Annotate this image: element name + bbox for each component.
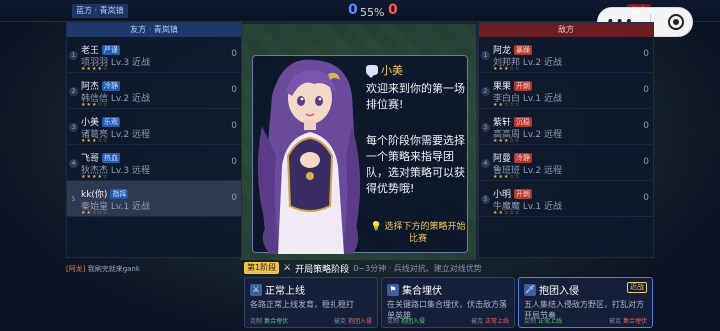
enemy-row[interactable]: 4 阿曼 冷静 鲁班班 Lv.2 远程 ★★★☆☆ 0	[479, 145, 653, 181]
personality-tag: 沉稳	[514, 117, 533, 127]
row-number: 3	[481, 123, 490, 132]
left-team-label: 蓝方 · 青岚镇	[72, 4, 128, 18]
rating-stars: ★★★★☆	[81, 66, 109, 72]
rating-stars: ★★☆☆☆	[493, 210, 521, 216]
lightbulb-icon: 💡	[370, 222, 382, 232]
strategy-card-ambush[interactable]: ⚑ 集合埋伏 在关键路口集合埋伏，伏击敌方落单英雄 克制 抱团入侵 被克 正常上…	[381, 277, 515, 328]
dagger-icon: 🗡	[524, 283, 536, 296]
card-title: 正常上线	[265, 286, 305, 297]
enemy-panel-header: 敌方	[479, 23, 653, 37]
enemy-row[interactable]: 3 紫轩 沉稳 高高周 Lv.2 远程 ★★★☆☆ 0	[479, 109, 653, 145]
row-number: 3	[69, 123, 78, 132]
rating-stars: ★★★☆☆	[493, 174, 521, 180]
personality-tag: 暴躁	[514, 45, 533, 55]
dialog-message-instructions: 每个阶段你需要选择一个策略来指导团队，选对策略可以获得优势哦!	[366, 134, 465, 195]
weak-info: 被克 抱团入侵	[334, 318, 372, 325]
ally-row[interactable]: 1 老王 严谨 项羽羽 Lv.3 近战 ★★★★☆ 0	[67, 37, 241, 73]
row-number: 4	[69, 159, 78, 168]
dialog-hint: 💡 选择下方的策略开始比赛	[368, 221, 468, 245]
player-value: 0	[643, 157, 649, 167]
speaker-name: 小美	[381, 64, 403, 77]
blue-score: 0	[348, 2, 358, 18]
chat-bubble-icon	[366, 65, 378, 78]
hint-text: 选择下方的策略开始比赛	[384, 222, 466, 244]
player-value: 0	[231, 121, 237, 131]
rating-stars: ★★☆☆☆	[493, 102, 521, 108]
personality-tag: 开朗	[514, 189, 533, 199]
rating-stars: ★★☆☆☆	[81, 210, 109, 216]
chat-sender: [阿龙]	[66, 265, 86, 273]
player-value: 0	[231, 85, 237, 95]
ally-panel: 友方 · 青岚镇 1 老王 严谨 项羽羽 Lv.3 近战 ★★★★☆ 0 2 阿杰…	[66, 22, 242, 258]
personality-tag: 热血	[102, 153, 121, 163]
rating-stars: ★★★☆☆	[81, 138, 109, 144]
enemy-row[interactable]: 2 果果 开朗 李白白 Lv.1 近战 ★★☆☆☆ 0	[479, 73, 653, 109]
player-value: 0	[643, 49, 649, 59]
chat-line: [阿龙] 我刷完就来gank	[66, 264, 140, 274]
chat-text: 我刷完就来gank	[87, 265, 140, 273]
ally-row[interactable]: 3 小美 乐观 诸葛亮 Lv.2 远程 ★★★☆☆ 0	[67, 109, 241, 145]
player-value: 0	[231, 49, 237, 59]
personality-tag: 冷静	[514, 153, 533, 163]
rating-stars: ★★★☆☆	[493, 66, 521, 72]
stage-title: 开局策略阶段	[295, 264, 350, 275]
enemy-row[interactable]: 5 小明 开朗 牛魔魔 Lv.1 近战 ★★☆☆☆ 0	[479, 181, 653, 217]
red-score: 0	[388, 2, 398, 18]
row-number: 2	[69, 87, 78, 96]
counter-info: 克制 集合埋伏	[250, 318, 288, 325]
personality-tag: 冷静	[102, 81, 121, 91]
counter-info: 克制 正常上线	[524, 318, 562, 325]
stage-badge: 第1阶段	[244, 262, 280, 274]
counter-info: 克制 抱团入侵	[387, 318, 425, 325]
rating-stars: ★★★☆☆	[493, 138, 521, 144]
player-value: 0	[643, 85, 649, 95]
ambush-icon: ⚑	[387, 283, 399, 296]
row-number: 1	[481, 51, 490, 60]
card-title: 抱团入侵	[539, 286, 579, 297]
player-value: 0	[643, 121, 649, 131]
player-value: 0	[231, 193, 237, 203]
sword-icon: ⚔	[250, 283, 262, 296]
personality-tag: 严谨	[102, 45, 121, 55]
player-value: 0	[643, 193, 649, 203]
close-miniprogram-icon[interactable]	[667, 14, 684, 30]
row-number: 1	[69, 51, 78, 60]
row-number: 5	[69, 195, 78, 204]
weak-info: 被克 集合埋伏	[609, 318, 647, 325]
ally-row[interactable]: 4 飞哥 热血 狄杰杰 Lv.3 远程 ★★★★☆ 0	[67, 145, 241, 181]
ally-panel-header: 友方 · 青岚镇	[67, 23, 241, 37]
speaker-label: 小美	[366, 62, 403, 78]
strategy-card-invade[interactable]: 🗡 抱团入侵 近战 五人集结入侵敌方野区，打乱对方开局节奏 克制 正常上线 被克…	[518, 277, 653, 328]
personality-tag: 乐观	[102, 117, 121, 127]
rating-stars: ★★★☆☆	[81, 102, 109, 108]
crossed-swords-icon: ⚔	[283, 263, 292, 273]
weak-info: 被克 正常上线	[471, 318, 509, 325]
dialog-message-welcome: 欢迎来到你的第一场排位赛!	[366, 82, 465, 111]
enemy-row[interactable]: 1 阿龙 暴躁 刘邦邦 Lv.2 近战 ★★★☆☆ 0	[479, 37, 653, 73]
strategy-card-normal[interactable]: ⚔ 正常上线 各路正常上线发育，稳扎稳打 克制 集合埋伏 被克 抱团入侵	[244, 277, 378, 328]
rating-stars: ★★★★☆	[81, 174, 109, 180]
stage-bar: 第1阶段 ⚔ 开局策略阶段 0~3分钟 · 兵线对抗、建立对线优势	[244, 261, 656, 275]
card-type-tag: 近战	[627, 282, 647, 293]
ally-row-self[interactable]: 5 kk(你) 指挥 秦始皇 Lv.1 近战 ★★☆☆☆ 0	[67, 181, 241, 217]
personality-tag: 指挥	[110, 189, 129, 199]
personality-tag: 开朗	[514, 81, 533, 91]
stage-description: 0~3分钟 · 兵线对抗、建立对线优势	[353, 263, 482, 273]
ally-row[interactable]: 2 阿杰 冷静 韩信信 Lv.2 近战 ★★★☆☆ 0	[67, 73, 241, 109]
win-percent: 55%	[360, 6, 385, 19]
enemy-panel: 敌方 1 阿龙 暴躁 刘邦邦 Lv.2 近战 ★★★☆☆ 0 2 果果 开朗 李白白…	[478, 22, 654, 258]
row-number: 4	[481, 159, 490, 168]
row-number: 5	[481, 195, 490, 204]
row-number: 2	[481, 87, 490, 96]
player-value: 0	[231, 157, 237, 167]
card-title: 集合埋伏	[402, 286, 442, 297]
